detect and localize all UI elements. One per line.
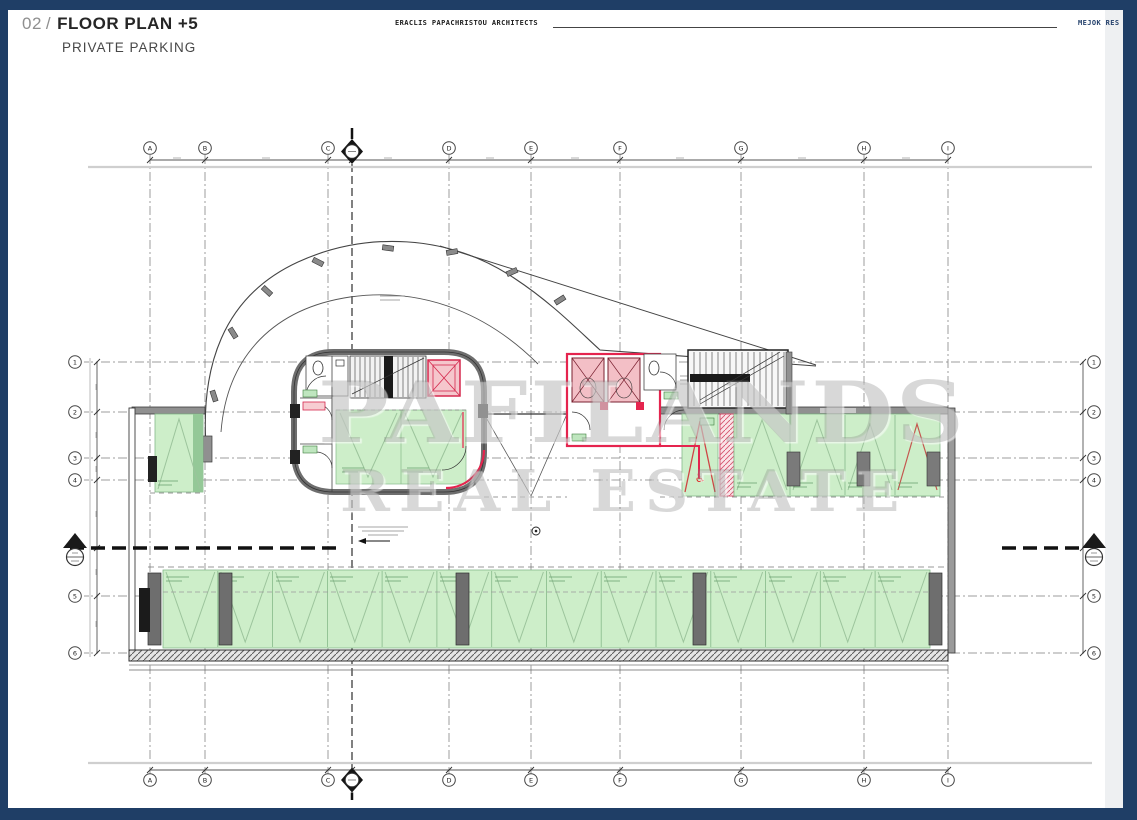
floor-plan-canvas: ♿ — [0, 0, 1137, 820]
svg-text:A: A — [148, 776, 153, 784]
svg-text:3: 3 — [1092, 454, 1096, 462]
svg-text:F: F — [618, 776, 622, 784]
architect-name: ERACLIS PAPACHRISTOU ARCHITECTS — [395, 19, 538, 27]
right-margin-strip — [1105, 10, 1123, 808]
grid-bubbles-bottom: A B C D E F G H I — [144, 774, 955, 787]
car-lift-area — [484, 414, 567, 497]
section-diamond-top — [341, 128, 363, 164]
svg-text:2: 2 — [1092, 408, 1096, 416]
drawing-sheet: 02/ FLOOR PLAN +5 PRIVATE PARKING ERACLIS… — [0, 0, 1137, 820]
section-diamond-bottom — [341, 768, 363, 801]
svg-text:4: 4 — [73, 476, 77, 484]
svg-text:A: A — [148, 144, 153, 152]
svg-text:1: 1 — [73, 358, 77, 366]
header-rule — [553, 27, 1057, 28]
sheet-number: 02 — [22, 14, 42, 33]
svg-text:I: I — [947, 776, 949, 784]
grid-bubbles-top: A B C D E F G H I — [144, 142, 955, 155]
page-border-bottom — [0, 808, 1137, 820]
svg-text:1: 1 — [1092, 358, 1096, 366]
parking-row-bottom — [139, 567, 948, 648]
svg-text:4: 4 — [1092, 476, 1096, 484]
svg-text:3: 3 — [73, 454, 77, 462]
svg-text:6: 6 — [1092, 649, 1096, 657]
dimension-lines — [88, 157, 1092, 773]
svg-text:5: 5 — [1092, 592, 1096, 600]
svg-text:B: B — [203, 776, 207, 784]
page-border-top — [0, 0, 1137, 10]
grid-bubbles-left: 1 2 3 4 5 6 — [69, 356, 82, 660]
parking-stall-upper-left — [148, 414, 205, 493]
svg-text:E: E — [529, 144, 533, 152]
title-block: 02/ FLOOR PLAN +5 PRIVATE PARKING — [22, 14, 198, 55]
sheet-title: FLOOR PLAN +5 — [57, 14, 198, 33]
svg-text:H: H — [862, 144, 867, 152]
shaft-hatched — [720, 414, 734, 496]
svg-text:B: B — [203, 144, 207, 152]
svg-text:F: F — [618, 144, 622, 152]
svg-text:G: G — [738, 776, 743, 784]
core-left — [290, 352, 488, 492]
svg-text:C: C — [326, 144, 331, 152]
svg-text:6: 6 — [73, 649, 77, 657]
project-name: MEJOK RES — [1078, 19, 1120, 27]
sheet-separator: / — [46, 14, 51, 33]
svg-text:5: 5 — [73, 592, 77, 600]
svg-text:H: H — [862, 776, 867, 784]
svg-text:G: G — [738, 144, 743, 152]
svg-text:I: I — [947, 144, 949, 152]
sheet-subtitle: PRIVATE PARKING — [62, 40, 198, 55]
page-border-left — [0, 0, 8, 820]
svg-text:C: C — [326, 776, 331, 784]
page-border-right — [1123, 0, 1137, 820]
svg-text:2: 2 — [73, 408, 77, 416]
svg-text:D: D — [446, 776, 451, 784]
svg-text:E: E — [529, 776, 533, 784]
svg-text:D: D — [446, 144, 451, 152]
grid-bubbles-right: 1 2 3 4 5 6 — [1088, 356, 1101, 660]
